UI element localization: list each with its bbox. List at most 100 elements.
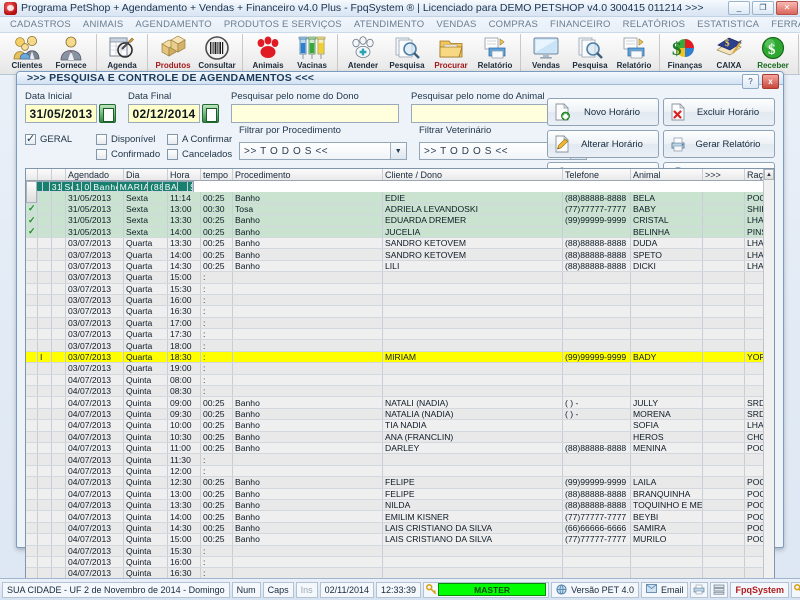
data-final-calendar-icon[interactable] <box>202 104 219 123</box>
table-row[interactable]: 04/07/2013Quinta14:0000:25BanhoEMILIM KI… <box>26 511 774 522</box>
table-row[interactable]: 04/07/2013Quinta08:30: <box>26 386 774 397</box>
grid-body[interactable]: ✓31/05/2013Sexta10:0000:25BanhoMARIANA(8… <box>26 181 774 600</box>
grid-header-tick[interactable] <box>26 169 38 180</box>
table-row[interactable]: 04/07/2013Quinta15:0000:25BanhoLAIS CRIS… <box>26 534 774 545</box>
checkbox-cancelados-box[interactable] <box>167 149 178 160</box>
gerar-relatorio-button[interactable]: Gerar Relatório <box>663 130 775 158</box>
toolbar-financas-button[interactable]: $ Finanças <box>663 34 707 74</box>
filtro-procedimento-select[interactable]: >> T O D O S << ▼ <box>239 142 407 160</box>
toolbar-fornece-button[interactable]: Fornece <box>49 34 93 74</box>
dialog-close-button[interactable]: x <box>762 74 779 89</box>
table-row[interactable]: I03/07/2013Quarta18:30:MIRIAM(99)99999-9… <box>26 352 774 363</box>
table-row[interactable]: 04/07/2013Quinta15:30: <box>26 546 774 557</box>
menu-estatistica[interactable]: ESTATISTICA <box>691 19 765 30</box>
table-row[interactable]: ✓31/05/2013Sexta13:0000:30TosaADRIELA LE… <box>26 204 774 215</box>
table-row[interactable]: 04/07/2013Quinta10:0000:25BanhoTIA NADIA… <box>26 420 774 431</box>
status-print-cell[interactable] <box>690 582 708 598</box>
grid-header-arrows[interactable]: >>> <box>703 169 745 180</box>
status-email-cell[interactable]: Email <box>641 582 689 598</box>
table-row[interactable]: ✓31/05/2013Sexta13:3000:25BanhoEDUARDA D… <box>26 215 774 226</box>
table-row[interactable]: 04/07/2013Quinta12:00: <box>26 466 774 477</box>
dialog-help-button[interactable]: ? <box>742 74 759 89</box>
close-button[interactable]: ✕ <box>776 1 798 15</box>
checkbox-cancelados[interactable]: Cancelados <box>167 147 238 162</box>
table-row[interactable]: 03/07/2013Quarta13:3000:25BanhoSANDRO KE… <box>26 238 774 249</box>
table-row[interactable]: 04/07/2013Quinta13:0000:25BanhoFELIPE(88… <box>26 489 774 500</box>
grid-header-cliente[interactable]: Cliente / Dono <box>383 169 563 180</box>
grid-header-dia[interactable]: Dia <box>124 169 168 180</box>
toolbar-pesquisa-vendas-button[interactable]: Pesquisa <box>568 34 612 74</box>
menu-atendimento[interactable]: ATENDIMENTO <box>348 19 430 30</box>
menu-agendamento[interactable]: AGENDAMENTO <box>129 19 217 30</box>
toolbar-vendas-button[interactable]: Vendas <box>524 34 568 74</box>
toolbar-clientes-button[interactable]: Clientes <box>5 34 49 74</box>
table-row[interactable]: ✓31/05/2013Sexta11:1400:25BanhoEDIE(88)8… <box>26 192 774 203</box>
status-network-cell[interactable] <box>710 582 728 598</box>
data-inicial-calendar-icon[interactable] <box>99 104 116 123</box>
toolbar-vacinas-button[interactable]: Vacinas <box>290 34 334 74</box>
table-row[interactable]: 03/07/2013Quarta16:30: <box>26 306 774 317</box>
checkbox-a-confirmar[interactable]: A Confirmar <box>167 132 238 147</box>
minimize-button[interactable]: _ <box>728 1 750 15</box>
checkbox-geral[interactable]: GERAL <box>25 132 96 147</box>
grid-header-flag[interactable] <box>38 169 52 180</box>
novo-horario-button[interactable]: Novo Horário <box>547 98 659 126</box>
table-row[interactable]: 04/07/2013Quinta12:3000:25BanhoFELIPE(99… <box>26 477 774 488</box>
toolbar-atender-button[interactable]: Atender <box>341 34 385 74</box>
table-row[interactable]: ✓31/05/2013Sexta14:0000:25BanhoJUCELIABE… <box>26 227 774 238</box>
toolbar-agenda-button[interactable]: Agenda <box>100 34 144 74</box>
table-row[interactable]: 03/07/2013Quarta15:30: <box>26 284 774 295</box>
table-row[interactable]: 04/07/2013Quinta11:0000:25BanhoDARLEY(88… <box>26 443 774 454</box>
checkbox-disponivel-box[interactable] <box>96 134 107 145</box>
excluir-horario-button[interactable]: Excluir Horário <box>663 98 775 126</box>
table-row[interactable]: 04/07/2013Quinta13:3000:25BanhoNILDA(88)… <box>26 500 774 511</box>
toolbar-produtos-button[interactable]: Produtos <box>151 34 195 74</box>
table-row[interactable]: 03/07/2013Quarta14:3000:25BanhoLILI(88)8… <box>26 261 774 272</box>
table-row[interactable]: 03/07/2013Quarta18:00: <box>26 340 774 351</box>
table-row[interactable]: 03/07/2013Quarta17:00: <box>26 318 774 329</box>
checkbox-confirmado[interactable]: Confirmado <box>96 147 167 162</box>
grid-header-tempo[interactable]: tempo <box>201 169 233 180</box>
table-row[interactable]: 04/07/2013Quinta08:00: <box>26 375 774 386</box>
toolbar-animais-button[interactable]: Animais <box>246 34 290 74</box>
menu-compras[interactable]: COMPRAS <box>483 19 544 30</box>
toolbar-procurar-button[interactable]: Procurar <box>429 34 473 74</box>
table-row[interactable]: 03/07/2013Quarta15:00: <box>26 272 774 283</box>
menu-vendas[interactable]: VENDAS <box>430 19 482 30</box>
table-row[interactable]: 04/07/2013Quinta10:3000:25BanhoANA (FRAN… <box>26 432 774 443</box>
table-row[interactable]: 03/07/2013Quarta16:00: <box>26 295 774 306</box>
chevron-down-icon[interactable]: ▼ <box>390 143 406 159</box>
checkbox-disponivel[interactable]: Disponível <box>96 132 167 147</box>
grid-header-animal[interactable]: Animal <box>631 169 703 180</box>
table-row[interactable]: 04/07/2013Quinta11:30: <box>26 454 774 465</box>
menu-financeiro[interactable]: FINANCEIRO <box>544 19 617 30</box>
grid-header-agendado[interactable]: Agendado <box>66 169 124 180</box>
grid-vscroll-thumb[interactable] <box>26 181 37 203</box>
toolbar-consultar-button[interactable]: Consultar <box>195 34 239 74</box>
toolbar-caixa-button[interactable]: $ CAIXA <box>707 34 751 74</box>
pesquisa-dono-input[interactable] <box>231 104 399 123</box>
grid-header-telefone[interactable]: Telefone <box>563 169 631 180</box>
grid-vertical-scrollbar[interactable]: ▲ ▼ <box>763 169 774 591</box>
table-row[interactable]: 03/07/2013Quarta17:30: <box>26 329 774 340</box>
toolbar-receber-button[interactable]: $ Receber <box>751 34 795 74</box>
toolbar-relatorio-vendas-button[interactable]: Relatório <box>612 34 656 74</box>
grid-header-procedimento[interactable]: Procedimento <box>233 169 383 180</box>
table-row[interactable]: 04/07/2013Quinta16:00: <box>26 557 774 568</box>
checkbox-a-confirmar-box[interactable] <box>167 134 178 145</box>
agendamentos-grid[interactable]: Agendado Dia Hora tempo Procedimento Cli… <box>25 168 775 600</box>
scroll-up-button[interactable]: ▲ <box>764 169 774 180</box>
grid-header-extra[interactable] <box>52 169 66 180</box>
table-row[interactable]: 04/07/2013Quinta09:0000:25BanhoNATALI (N… <box>26 397 774 408</box>
table-row[interactable]: 03/07/2013Quarta19:00: <box>26 363 774 374</box>
menu-ferramentas[interactable]: FERRAMENTAS <box>765 19 800 30</box>
toolbar-relatorio-atend-button[interactable]: Relatório <box>473 34 517 74</box>
toolbar-pesquisa-atend-button[interactable]: Pesquisa <box>385 34 429 74</box>
menu-cadastros[interactable]: CADASTROS <box>4 19 77 30</box>
table-row[interactable]: 04/07/2013Quinta14:3000:25BanhoLAIS CRIS… <box>26 523 774 534</box>
data-final-input[interactable]: 02/12/2014 <box>128 104 200 123</box>
data-inicial-input[interactable]: 31/05/2013 <box>25 104 97 123</box>
table-row[interactable]: 03/07/2013Quarta14:0000:25BanhoSANDRO KE… <box>26 249 774 260</box>
menu-relatorios[interactable]: RELATÓRIOS <box>617 19 692 30</box>
grid-header-hora[interactable]: Hora <box>168 169 201 180</box>
